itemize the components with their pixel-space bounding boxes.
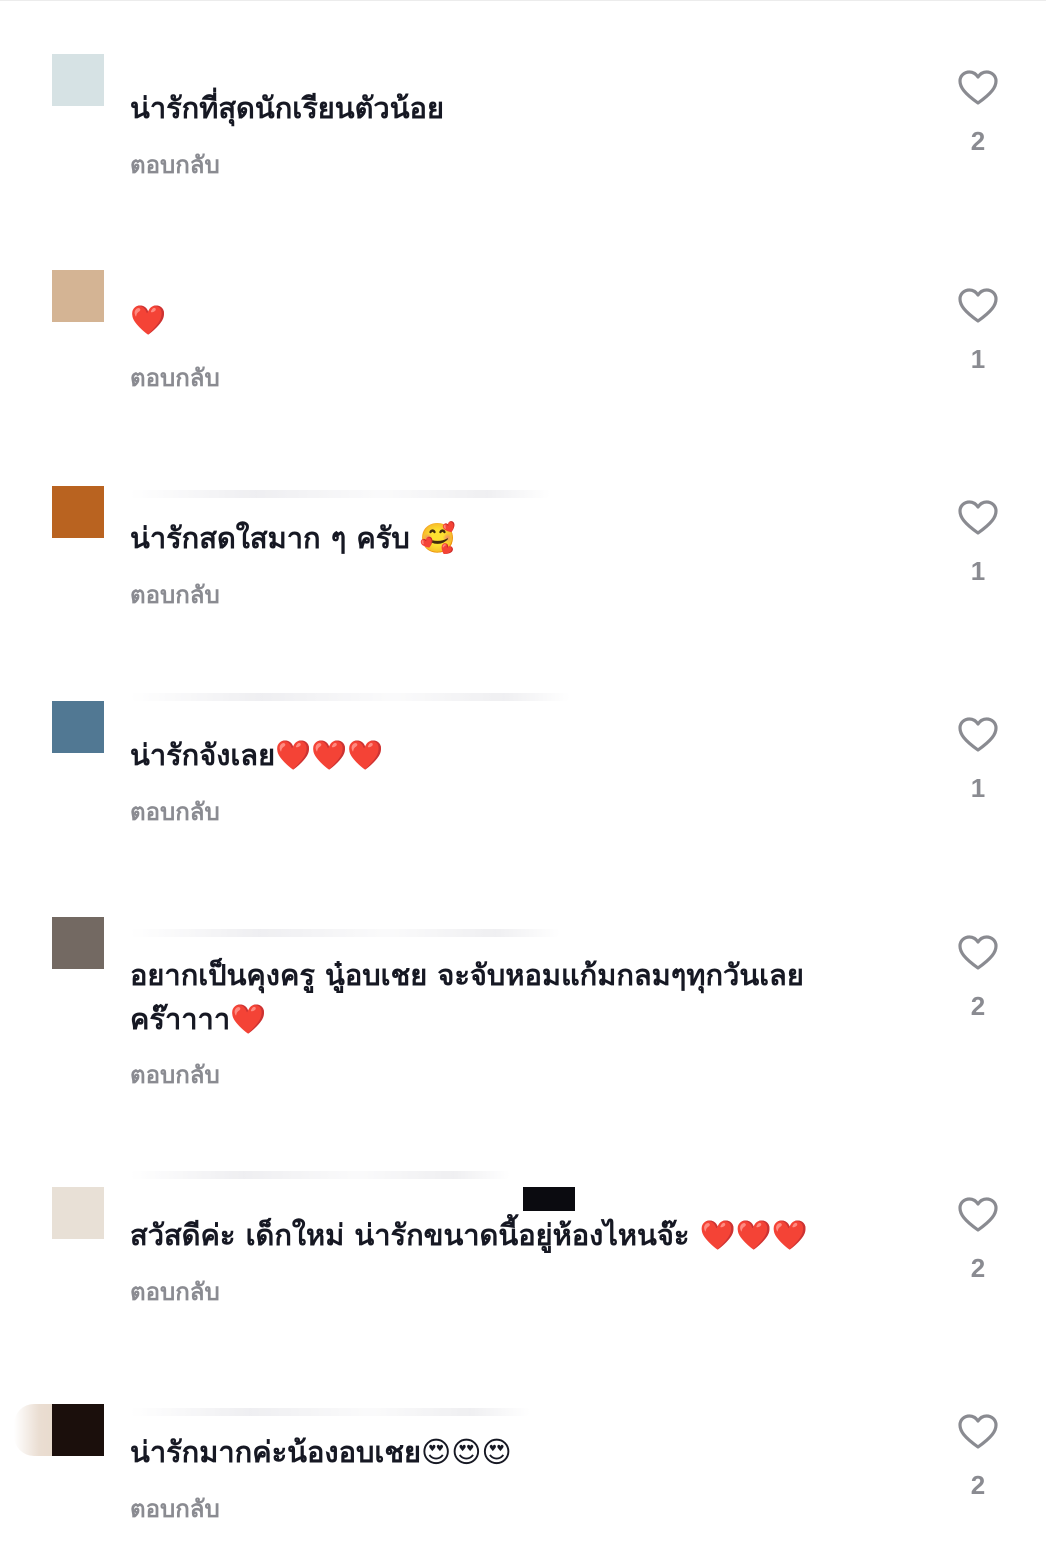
reply-button[interactable]: ตอบกลับ xyxy=(130,580,220,610)
heart-outline-icon[interactable] xyxy=(958,717,998,753)
reply-button[interactable]: ตอบกลับ xyxy=(130,1494,220,1524)
avatar[interactable] xyxy=(52,701,104,753)
heart-outline-icon[interactable] xyxy=(958,1197,998,1233)
reply-button[interactable]: ตอบกลับ xyxy=(130,150,220,180)
heart-outline-icon[interactable] xyxy=(958,935,998,971)
like-button[interactable]: 2 xyxy=(953,70,1003,156)
username-redacted xyxy=(130,1408,530,1416)
heart-outline-icon[interactable] xyxy=(958,70,998,106)
top-divider xyxy=(0,0,1046,1)
comment-text: ❤️ xyxy=(130,303,167,337)
reply-button[interactable]: ตอบกลับ xyxy=(130,797,220,827)
heart-outline-icon[interactable] xyxy=(958,288,998,324)
username-redacted xyxy=(130,1171,510,1179)
avatar[interactable] xyxy=(52,1404,104,1456)
redaction-block xyxy=(523,1187,575,1211)
comment-text: น่ารักที่สุดนักเรียนตัวน้อย xyxy=(130,91,444,125)
like-button[interactable]: 2 xyxy=(953,1197,1003,1283)
like-button[interactable]: 1 xyxy=(953,500,1003,586)
heart-outline-icon[interactable] xyxy=(958,500,998,536)
reply-button[interactable]: ตอบกลับ xyxy=(130,363,220,393)
like-count: 2 xyxy=(970,126,986,156)
like-button[interactable]: 2 xyxy=(953,935,1003,1021)
like-count: 2 xyxy=(970,1470,986,1500)
comment-text: สวัสดีค่ะ เด็กใหม่ น่ารักขนาดนี้อยู่ห้อง… xyxy=(130,1218,808,1252)
like-count: 1 xyxy=(970,344,986,374)
username-redacted xyxy=(130,490,550,498)
comment-text: น่ารักจังเลย❤️❤️❤️ xyxy=(130,738,384,772)
like-button[interactable]: 2 xyxy=(953,1414,1003,1500)
comment-text: น่ารักสดใสมาก ๆ ครับ 🥰 xyxy=(130,521,456,555)
avatar[interactable] xyxy=(52,270,104,322)
like-count: 1 xyxy=(970,556,986,586)
avatar-overlap xyxy=(14,1404,56,1456)
avatar[interactable] xyxy=(52,54,104,106)
comment-text: อยากเป็นคุงครู นู๋อบเชย จะจับหอมแก้มกลมๆ… xyxy=(130,958,804,1036)
username-redacted xyxy=(130,693,570,701)
heart-outline-icon[interactable] xyxy=(958,1414,998,1450)
username-redacted xyxy=(130,929,560,937)
comment-text: น่ารักมากค่ะน้องอบเชย😍😍😍 xyxy=(130,1435,512,1469)
like-count: 2 xyxy=(970,1253,986,1283)
avatar[interactable] xyxy=(52,1187,104,1239)
avatar[interactable] xyxy=(52,917,104,969)
avatar[interactable] xyxy=(52,486,104,538)
reply-button[interactable]: ตอบกลับ xyxy=(130,1060,220,1090)
like-button[interactable]: 1 xyxy=(953,288,1003,374)
reply-button[interactable]: ตอบกลับ xyxy=(130,1277,220,1307)
like-button[interactable]: 1 xyxy=(953,717,1003,803)
like-count: 2 xyxy=(970,991,986,1021)
like-count: 1 xyxy=(970,773,986,803)
